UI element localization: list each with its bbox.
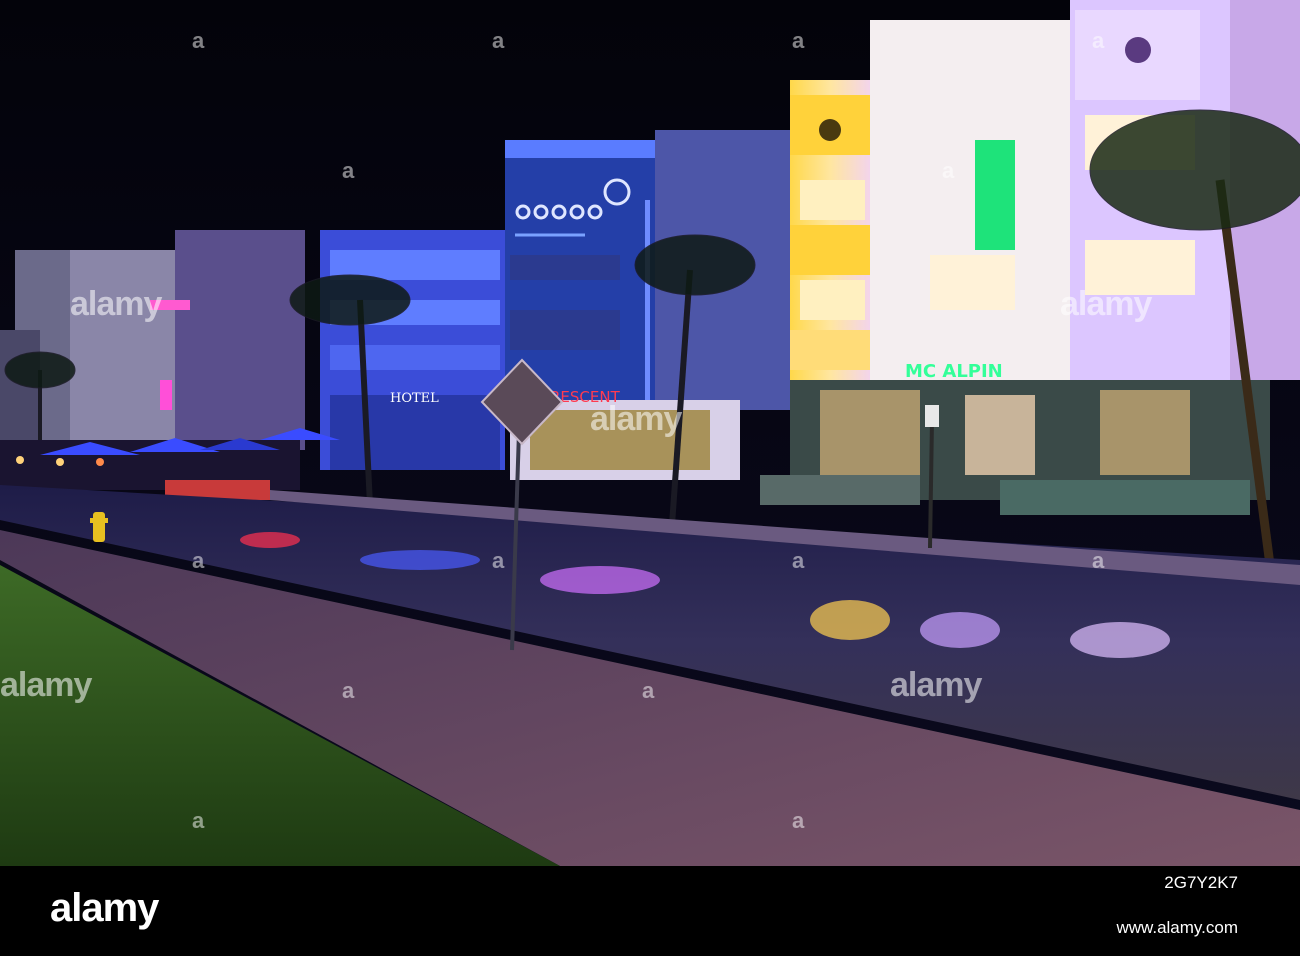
distant-buildings [0, 230, 305, 450]
watermark-a: a [792, 808, 805, 833]
watermark: alamy [1060, 285, 1152, 323]
watermark-a: a [792, 548, 805, 573]
footer-url[interactable]: www.alamy.com [1116, 918, 1238, 938]
watermark: alamy [890, 666, 982, 704]
watermark-a: a [192, 808, 205, 833]
watermark-a: a [642, 678, 655, 703]
watermark-a: a [192, 548, 205, 573]
footer-logo[interactable]: alamy [50, 886, 159, 931]
watermark-a: a [342, 158, 355, 183]
watermark-a: a [1092, 28, 1105, 53]
watermark-a: a [342, 678, 355, 703]
watermark: alamy [70, 285, 162, 323]
watermark: alamy [590, 400, 682, 438]
watermark: alamy [0, 666, 92, 704]
footer-bar [0, 866, 1300, 956]
watermark-a: a [792, 28, 805, 53]
watermark-a: a [942, 158, 955, 183]
blue-hotel-building: HOTEL [320, 230, 505, 470]
watermark-a: a [192, 28, 205, 53]
watermark-a: a [1092, 548, 1105, 573]
image-id: 2G7Y2K7 [1164, 873, 1238, 892]
mcalpin-sign: MC ALPIN [905, 361, 1003, 382]
hotel-sign: HOTEL [390, 391, 439, 406]
watermark-a: a [492, 28, 505, 53]
watermark-a: a [492, 548, 505, 573]
